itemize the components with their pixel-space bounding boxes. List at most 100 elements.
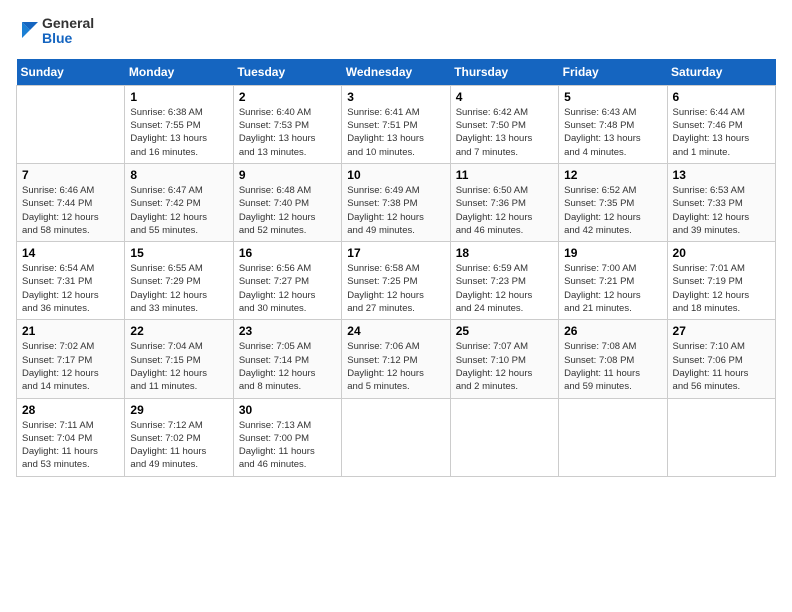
- day-info: Sunrise: 6:40 AM Sunset: 7:53 PM Dayligh…: [239, 106, 336, 159]
- day-info: Sunrise: 6:41 AM Sunset: 7:51 PM Dayligh…: [347, 106, 444, 159]
- day-info: Sunrise: 6:46 AM Sunset: 7:44 PM Dayligh…: [22, 184, 119, 237]
- calendar-cell: 16 Sunrise: 6:56 AM Sunset: 7:27 PM Dayli…: [233, 242, 341, 320]
- calendar-week-row: 7 Sunrise: 6:46 AM Sunset: 7:44 PM Daylig…: [17, 163, 776, 241]
- calendar-cell: 2 Sunrise: 6:40 AM Sunset: 7:53 PM Daylig…: [233, 85, 341, 163]
- day-number: 20: [673, 246, 770, 260]
- day-number: 7: [22, 168, 119, 182]
- calendar-cell: 21Sunrise: 7:02 AM Sunset: 7:17 PM Dayli…: [17, 320, 125, 398]
- day-number: 19: [564, 246, 661, 260]
- day-info: Sunrise: 7:05 AM Sunset: 7:14 PM Dayligh…: [239, 340, 336, 393]
- calendar-cell: [342, 398, 450, 476]
- day-info: Sunrise: 7:08 AM Sunset: 7:08 PM Dayligh…: [564, 340, 661, 393]
- calendar-cell: 11Sunrise: 6:50 AM Sunset: 7:36 PM Dayli…: [450, 163, 558, 241]
- day-info: Sunrise: 6:49 AM Sunset: 7:38 PM Dayligh…: [347, 184, 444, 237]
- logo: General Blue: [16, 16, 94, 47]
- calendar-cell: 23 Sunrise: 7:05 AM Sunset: 7:14 PM Dayli…: [233, 320, 341, 398]
- calendar-cell: 14 Sunrise: 6:54 AM Sunset: 7:31 PM Dayli…: [17, 242, 125, 320]
- calendar-week-row: 21Sunrise: 7:02 AM Sunset: 7:17 PM Dayli…: [17, 320, 776, 398]
- calendar-cell: 4 Sunrise: 6:42 AM Sunset: 7:50 PM Daylig…: [450, 85, 558, 163]
- calendar-cell: 17Sunrise: 6:58 AM Sunset: 7:25 PM Dayli…: [342, 242, 450, 320]
- day-info: Sunrise: 7:06 AM Sunset: 7:12 PM Dayligh…: [347, 340, 444, 393]
- day-info: Sunrise: 7:11 AM Sunset: 7:04 PM Dayligh…: [22, 419, 119, 472]
- calendar-cell: 22 Sunrise: 7:04 AM Sunset: 7:15 PM Dayli…: [125, 320, 233, 398]
- weekday-header-row: SundayMondayTuesdayWednesdayThursdayFrid…: [17, 59, 776, 86]
- day-number: 10: [347, 168, 444, 182]
- day-number: 15: [130, 246, 227, 260]
- day-number: 12: [564, 168, 661, 182]
- day-info: Sunrise: 6:44 AM Sunset: 7:46 PM Dayligh…: [673, 106, 770, 159]
- calendar-cell: 8Sunrise: 6:47 AM Sunset: 7:42 PM Daylig…: [125, 163, 233, 241]
- calendar-cell: 10 Sunrise: 6:49 AM Sunset: 7:38 PM Dayli…: [342, 163, 450, 241]
- day-info: Sunrise: 6:56 AM Sunset: 7:27 PM Dayligh…: [239, 262, 336, 315]
- day-info: Sunrise: 7:00 AM Sunset: 7:21 PM Dayligh…: [564, 262, 661, 315]
- day-info: Sunrise: 7:12 AM Sunset: 7:02 PM Dayligh…: [130, 419, 227, 472]
- calendar-cell: 12 Sunrise: 6:52 AM Sunset: 7:35 PM Dayli…: [559, 163, 667, 241]
- day-info: Sunrise: 6:38 AM Sunset: 7:55 PM Dayligh…: [130, 106, 227, 159]
- day-number: 21: [22, 324, 119, 338]
- day-number: 6: [673, 90, 770, 104]
- logo-general: General: [42, 16, 94, 31]
- day-number: 1: [130, 90, 227, 104]
- day-info: Sunrise: 7:04 AM Sunset: 7:15 PM Dayligh…: [130, 340, 227, 393]
- day-number: 16: [239, 246, 336, 260]
- calendar-cell: 25 Sunrise: 7:07 AM Sunset: 7:10 PM Dayli…: [450, 320, 558, 398]
- day-number: 3: [347, 90, 444, 104]
- day-number: 2: [239, 90, 336, 104]
- day-number: 26: [564, 324, 661, 338]
- calendar-cell: 7 Sunrise: 6:46 AM Sunset: 7:44 PM Daylig…: [17, 163, 125, 241]
- calendar-cell: 3 Sunrise: 6:41 AM Sunset: 7:51 PM Daylig…: [342, 85, 450, 163]
- calendar-cell: 18Sunrise: 6:59 AM Sunset: 7:23 PM Dayli…: [450, 242, 558, 320]
- weekday-header: Saturday: [667, 59, 775, 86]
- day-number: 28: [22, 403, 119, 417]
- calendar-cell: 27 Sunrise: 7:10 AM Sunset: 7:06 PM Dayli…: [667, 320, 775, 398]
- weekday-header: Monday: [125, 59, 233, 86]
- calendar-cell: 6 Sunrise: 6:44 AM Sunset: 7:46 PM Daylig…: [667, 85, 775, 163]
- calendar-cell: 30Sunrise: 7:13 AM Sunset: 7:00 PM Dayli…: [233, 398, 341, 476]
- calendar-cell: [667, 398, 775, 476]
- calendar-cell: 19 Sunrise: 7:00 AM Sunset: 7:21 PM Dayli…: [559, 242, 667, 320]
- day-info: Sunrise: 6:52 AM Sunset: 7:35 PM Dayligh…: [564, 184, 661, 237]
- day-info: Sunrise: 6:59 AM Sunset: 7:23 PM Dayligh…: [456, 262, 553, 315]
- calendar-week-row: 14 Sunrise: 6:54 AM Sunset: 7:31 PM Dayli…: [17, 242, 776, 320]
- day-number: 17: [347, 246, 444, 260]
- calendar-cell: [559, 398, 667, 476]
- calendar-cell: 5 Sunrise: 6:43 AM Sunset: 7:48 PM Daylig…: [559, 85, 667, 163]
- day-number: 24: [347, 324, 444, 338]
- calendar-cell: 28 Sunrise: 7:11 AM Sunset: 7:04 PM Dayli…: [17, 398, 125, 476]
- logo-bird-icon: [16, 18, 38, 40]
- page-header: General Blue: [16, 16, 776, 47]
- day-info: Sunrise: 6:55 AM Sunset: 7:29 PM Dayligh…: [130, 262, 227, 315]
- day-number: 13: [673, 168, 770, 182]
- weekday-header: Sunday: [17, 59, 125, 86]
- day-number: 22: [130, 324, 227, 338]
- calendar-week-row: 28 Sunrise: 7:11 AM Sunset: 7:04 PM Dayli…: [17, 398, 776, 476]
- day-number: 27: [673, 324, 770, 338]
- calendar-cell: 15 Sunrise: 6:55 AM Sunset: 7:29 PM Dayli…: [125, 242, 233, 320]
- calendar-week-row: 1 Sunrise: 6:38 AM Sunset: 7:55 PM Daylig…: [17, 85, 776, 163]
- calendar-table: SundayMondayTuesdayWednesdayThursdayFrid…: [16, 59, 776, 477]
- weekday-header: Friday: [559, 59, 667, 86]
- day-number: 14: [22, 246, 119, 260]
- calendar-cell: 1 Sunrise: 6:38 AM Sunset: 7:55 PM Daylig…: [125, 85, 233, 163]
- day-info: Sunrise: 6:48 AM Sunset: 7:40 PM Dayligh…: [239, 184, 336, 237]
- day-number: 5: [564, 90, 661, 104]
- day-number: 11: [456, 168, 553, 182]
- calendar-cell: 29Sunrise: 7:12 AM Sunset: 7:02 PM Dayli…: [125, 398, 233, 476]
- day-number: 9: [239, 168, 336, 182]
- day-info: Sunrise: 6:47 AM Sunset: 7:42 PM Dayligh…: [130, 184, 227, 237]
- day-info: Sunrise: 7:07 AM Sunset: 7:10 PM Dayligh…: [456, 340, 553, 393]
- day-info: Sunrise: 6:42 AM Sunset: 7:50 PM Dayligh…: [456, 106, 553, 159]
- day-info: Sunrise: 6:43 AM Sunset: 7:48 PM Dayligh…: [564, 106, 661, 159]
- day-number: 30: [239, 403, 336, 417]
- day-info: Sunrise: 7:01 AM Sunset: 7:19 PM Dayligh…: [673, 262, 770, 315]
- calendar-cell: 24 Sunrise: 7:06 AM Sunset: 7:12 PM Dayli…: [342, 320, 450, 398]
- calendar-cell: [17, 85, 125, 163]
- day-number: 4: [456, 90, 553, 104]
- day-info: Sunrise: 6:54 AM Sunset: 7:31 PM Dayligh…: [22, 262, 119, 315]
- day-info: Sunrise: 7:10 AM Sunset: 7:06 PM Dayligh…: [673, 340, 770, 393]
- day-number: 25: [456, 324, 553, 338]
- day-number: 23: [239, 324, 336, 338]
- weekday-header: Thursday: [450, 59, 558, 86]
- calendar-cell: 9 Sunrise: 6:48 AM Sunset: 7:40 PM Daylig…: [233, 163, 341, 241]
- calendar-cell: 26 Sunrise: 7:08 AM Sunset: 7:08 PM Dayli…: [559, 320, 667, 398]
